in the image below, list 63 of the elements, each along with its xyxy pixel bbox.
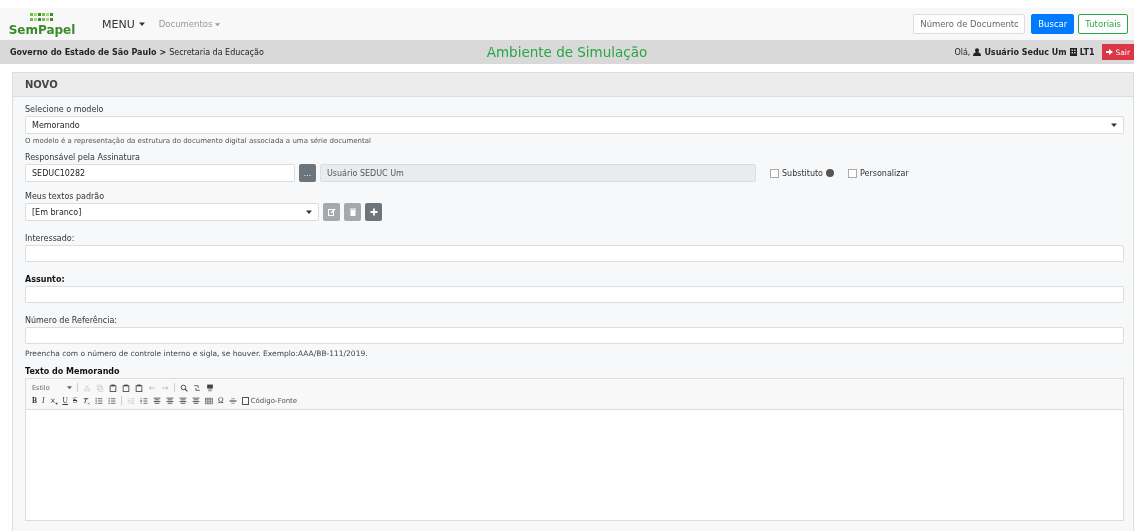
search-button[interactable]: Buscar <box>1031 14 1075 34</box>
user-name[interactable]: Usuário Seduc Um <box>984 47 1067 57</box>
table-icon[interactable] <box>205 396 214 405</box>
document-icon <box>241 396 249 405</box>
building-icon <box>1069 48 1077 56</box>
page-icon[interactable] <box>206 383 214 392</box>
signer-name-field: Usuário SEDUC Um <box>320 164 756 182</box>
breadcrumb-link[interactable]: Governo do Estado de São Paulo <box>10 47 157 57</box>
environment-title: Ambiente de Simulação <box>486 44 648 60</box>
horizontal-rule-icon[interactable] <box>228 396 237 405</box>
signer-code-field[interactable]: SEDUC10282 <box>25 164 295 182</box>
field-label: Texto do Memorando <box>25 367 121 376</box>
logo-text[interactable]: SemPapel <box>8 24 76 36</box>
text-field[interactable] <box>25 286 1124 303</box>
breadcrumb-current: Secretaria da Educação <box>169 47 264 57</box>
replace-icon[interactable] <box>193 383 201 392</box>
field-label: Selecione o modelo <box>25 105 105 114</box>
caret-icon <box>1111 122 1117 128</box>
info-icon[interactable] <box>826 169 834 177</box>
caret-icon <box>215 21 221 27</box>
clipboard-icon[interactable] <box>135 383 143 392</box>
lookup-button[interactable]: ... <box>299 164 316 182</box>
model-select[interactable]: Memorando <box>25 116 1124 134</box>
greeting-text: Olá, <box>954 47 971 57</box>
caret-icon <box>306 209 312 215</box>
checkbox-label[interactable]: Substituto <box>782 168 823 178</box>
field-label: Assunto: <box>25 275 66 284</box>
edit-icon <box>327 208 336 216</box>
caret-icon <box>67 385 72 390</box>
menu-dropdown[interactable]: MENU <box>102 17 145 31</box>
align-icon[interactable] <box>153 396 162 405</box>
search-icon[interactable] <box>180 383 188 392</box>
subscript-icon[interactable] <box>49 396 58 405</box>
clipboard-icon[interactable] <box>109 383 117 392</box>
field-label: Número de Referência: <box>25 316 119 325</box>
text-field[interactable] <box>25 327 1124 344</box>
unit-code: LT1 <box>1079 47 1095 57</box>
search-field[interactable]: Número de Documento <box>913 14 1026 34</box>
card-title: NOVO <box>25 79 58 90</box>
clipboard-icon[interactable] <box>122 383 130 392</box>
align-icon[interactable] <box>192 396 201 405</box>
add-button[interactable] <box>365 203 382 221</box>
list-icon[interactable] <box>95 396 104 405</box>
caret-icon <box>138 21 145 27</box>
exit-icon <box>1106 49 1114 55</box>
plus-icon <box>369 208 378 216</box>
checkbox[interactable] <box>770 168 779 178</box>
field-label: Interessado: <box>25 234 76 243</box>
indent-icon[interactable] <box>140 396 149 405</box>
list-icon[interactable] <box>108 396 117 405</box>
logo-icon <box>29 12 55 24</box>
clear-format-icon[interactable] <box>82 396 91 405</box>
template-select[interactable]: [Em branco] <box>25 203 319 221</box>
breadcrumb-separator: > <box>159 47 167 57</box>
checkbox-label[interactable]: Personalizar <box>860 168 909 178</box>
user-icon <box>973 48 982 56</box>
checkbox[interactable] <box>848 168 857 178</box>
trash-icon <box>348 208 357 216</box>
field-label: Responsável pela Assinatura <box>25 153 141 162</box>
text-field[interactable] <box>25 245 1124 262</box>
align-icon[interactable] <box>166 396 175 405</box>
field-label: Meus textos padrão <box>25 192 106 201</box>
align-icon[interactable] <box>179 396 188 405</box>
